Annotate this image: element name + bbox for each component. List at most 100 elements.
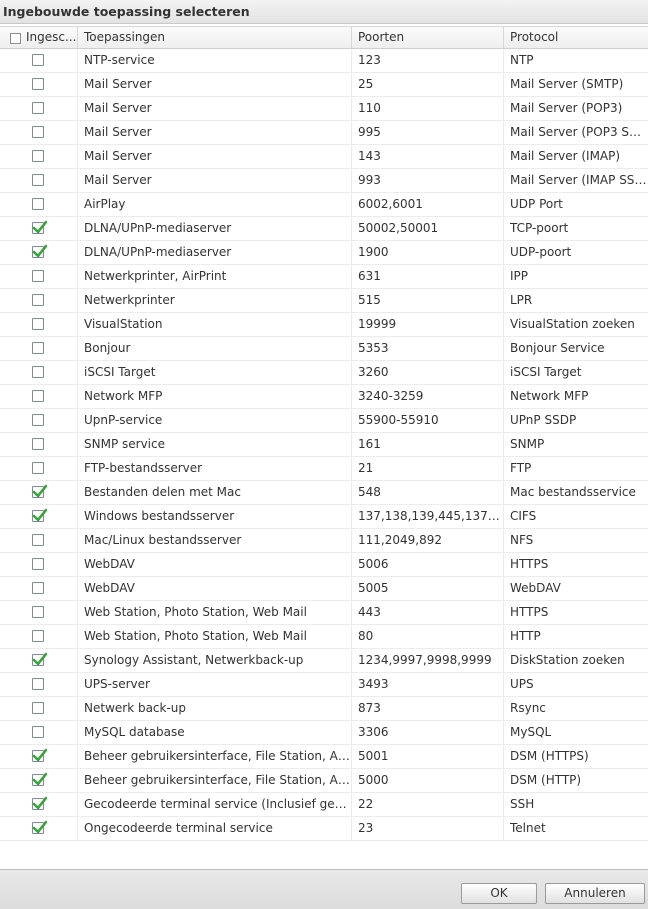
table-row[interactable]: UPS-server 3493 UPS [0, 673, 648, 697]
protocol-cell: UDP Port [510, 197, 563, 211]
ports-cell: 548 [352, 481, 504, 504]
application-cell: Netwerkprinter [78, 289, 352, 312]
table-row[interactable]: Mail Server 143 Mail Server (IMAP) [0, 145, 648, 169]
ports-cell: 123 [352, 49, 504, 72]
application-cell: Netwerkprinter, AirPrint [78, 265, 352, 288]
table-row[interactable]: Bestanden delen met Mac 548 Mac bestandsse… [0, 481, 648, 505]
table-row[interactable]: Mail Server 25 Mail Server (SMTP) [0, 73, 648, 97]
table-row[interactable]: DLNA/UPnP-mediaserver 1900 UDP-poort [0, 241, 648, 265]
enable-checkbox[interactable] [32, 126, 44, 138]
enable-checkbox[interactable] [32, 820, 47, 834]
enable-checkbox[interactable] [32, 558, 44, 570]
table-row[interactable]: MySQL database 3306 MySQL [0, 721, 648, 745]
enable-checkbox[interactable] [32, 294, 44, 306]
enabled-cell [0, 601, 78, 624]
table-row[interactable]: DLNA/UPnP-mediaserver 50002,50001 TCP-poor… [0, 217, 648, 241]
table-row[interactable]: Beheer gebruikersinterface, File Station… [0, 769, 648, 793]
table-row[interactable]: NTP-service 123 NTP [0, 49, 648, 73]
protocol-cell: UPS [510, 677, 534, 691]
enable-checkbox[interactable] [32, 366, 44, 378]
table-row[interactable]: Mail Server 110 Mail Server (POP3) [0, 97, 648, 121]
enable-checkbox[interactable] [32, 772, 47, 786]
enable-checkbox[interactable] [32, 414, 44, 426]
table-row[interactable]: Gecodeerde terminal service (Inclusief g… [0, 793, 648, 817]
enable-checkbox[interactable] [32, 390, 44, 402]
enable-checkbox[interactable] [32, 318, 44, 330]
table-row[interactable]: Beheer gebruikersinterface, File Station… [0, 745, 648, 769]
applications-table: NTP-service 123 NTP Mail Server 25 Mail Serve… [0, 49, 648, 841]
select-all-checkbox[interactable] [10, 33, 21, 44]
table-row[interactable]: Web Station, Photo Station, Web Mail 443 H… [0, 601, 648, 625]
enable-checkbox[interactable] [32, 220, 47, 234]
column-header-applications[interactable]: Toepassingen [78, 27, 352, 48]
cancel-button[interactable]: Annuleren [545, 883, 645, 904]
table-row[interactable]: UpnP-service 55900-55910 UPnP SSDP [0, 409, 648, 433]
enable-checkbox[interactable] [32, 678, 44, 690]
protocol-cell: MySQL [510, 725, 552, 739]
table-row[interactable]: Network MFP 3240-3259 Network MFP [0, 385, 648, 409]
ports-cell: 873 [352, 697, 504, 720]
enable-checkbox[interactable] [32, 150, 44, 162]
enable-checkbox[interactable] [32, 174, 44, 186]
enable-checkbox[interactable] [32, 484, 47, 498]
table-row[interactable]: SNMP service 161 SNMP [0, 433, 648, 457]
table-row[interactable]: Bonjour 5353 Bonjour Service [0, 337, 648, 361]
protocol-cell: Telnet [510, 821, 546, 835]
table-row[interactable]: Netwerkprinter 515 LPR [0, 289, 648, 313]
enabled-cell [0, 721, 78, 744]
enable-checkbox[interactable] [32, 102, 44, 114]
ports-cell: 5000 [352, 769, 504, 792]
enable-checkbox[interactable] [32, 198, 44, 210]
protocol-cell: HTTPS [510, 557, 549, 571]
ports-cell: 5001 [352, 745, 504, 768]
enable-checkbox[interactable] [32, 534, 44, 546]
enable-checkbox[interactable] [32, 342, 44, 354]
enable-checkbox[interactable] [32, 702, 44, 714]
table-row[interactable]: WebDAV 5005 WebDAV [0, 577, 648, 601]
enable-checkbox[interactable] [32, 54, 44, 66]
enable-checkbox[interactable] [32, 508, 47, 522]
enable-checkbox[interactable] [32, 748, 47, 762]
application-cell: WebDAV [78, 553, 352, 576]
table-row[interactable]: WebDAV 5006 HTTPS [0, 553, 648, 577]
enable-checkbox[interactable] [32, 244, 47, 258]
table-row[interactable]: Mail Server 993 Mail Server (IMAP SSL... [0, 169, 648, 193]
enabled-cell [0, 697, 78, 720]
table-row[interactable]: AirPlay 6002,6001 UDP Port [0, 193, 648, 217]
enable-checkbox[interactable] [32, 796, 47, 810]
protocol-cell: HTTP [510, 629, 541, 643]
table-row[interactable]: Mail Server 995 Mail Server (POP3 SSL... [0, 121, 648, 145]
table-row[interactable]: Windows bestandsserver 137,138,139,445,13… [0, 505, 648, 529]
enable-checkbox[interactable] [32, 462, 44, 474]
application-cell: AirPlay [78, 193, 352, 216]
table-row[interactable]: VisualStation 19999 VisualStation zoeken [0, 313, 648, 337]
enable-checkbox[interactable] [32, 78, 44, 90]
enable-checkbox[interactable] [32, 606, 44, 618]
column-header-protocol[interactable]: Protocol [504, 27, 648, 48]
column-header-ports[interactable]: Poorten [352, 27, 504, 48]
table-row[interactable]: Mac/Linux bestandsserver 111,2049,892 NFS [0, 529, 648, 553]
enable-checkbox[interactable] [32, 438, 44, 450]
column-header-enabled[interactable]: Ingesc... [0, 27, 78, 48]
application-cell: Mail Server [78, 169, 352, 192]
enable-checkbox[interactable] [32, 726, 44, 738]
enable-checkbox[interactable] [32, 270, 44, 282]
protocol-cell: UDP-poort [510, 245, 572, 259]
table-row[interactable]: Netwerk back-up 873 Rsync [0, 697, 648, 721]
ok-button[interactable]: OK [461, 883, 537, 904]
enabled-cell [0, 73, 78, 96]
column-header-enabled-label: Ingesc... [26, 30, 77, 44]
enable-checkbox[interactable] [32, 582, 44, 594]
ports-cell: 19999 [352, 313, 504, 336]
table-row[interactable]: Netwerkprinter, AirPrint 631 IPP [0, 265, 648, 289]
application-cell: Netwerk back-up [78, 697, 352, 720]
table-row[interactable]: iSCSI Target 3260 iSCSI Target [0, 361, 648, 385]
table-row[interactable]: FTP-bestandsserver 21 FTP [0, 457, 648, 481]
enable-checkbox[interactable] [32, 630, 44, 642]
table-row[interactable]: Web Station, Photo Station, Web Mail 80 HT… [0, 625, 648, 649]
checkmark-icon [32, 220, 47, 234]
checkmark-icon [32, 244, 47, 258]
table-row[interactable]: Ongecodeerde terminal service 23 Telnet [0, 817, 648, 841]
enable-checkbox[interactable] [32, 652, 47, 666]
table-row[interactable]: Synology Assistant, Netwerkback-up 1234,9… [0, 649, 648, 673]
